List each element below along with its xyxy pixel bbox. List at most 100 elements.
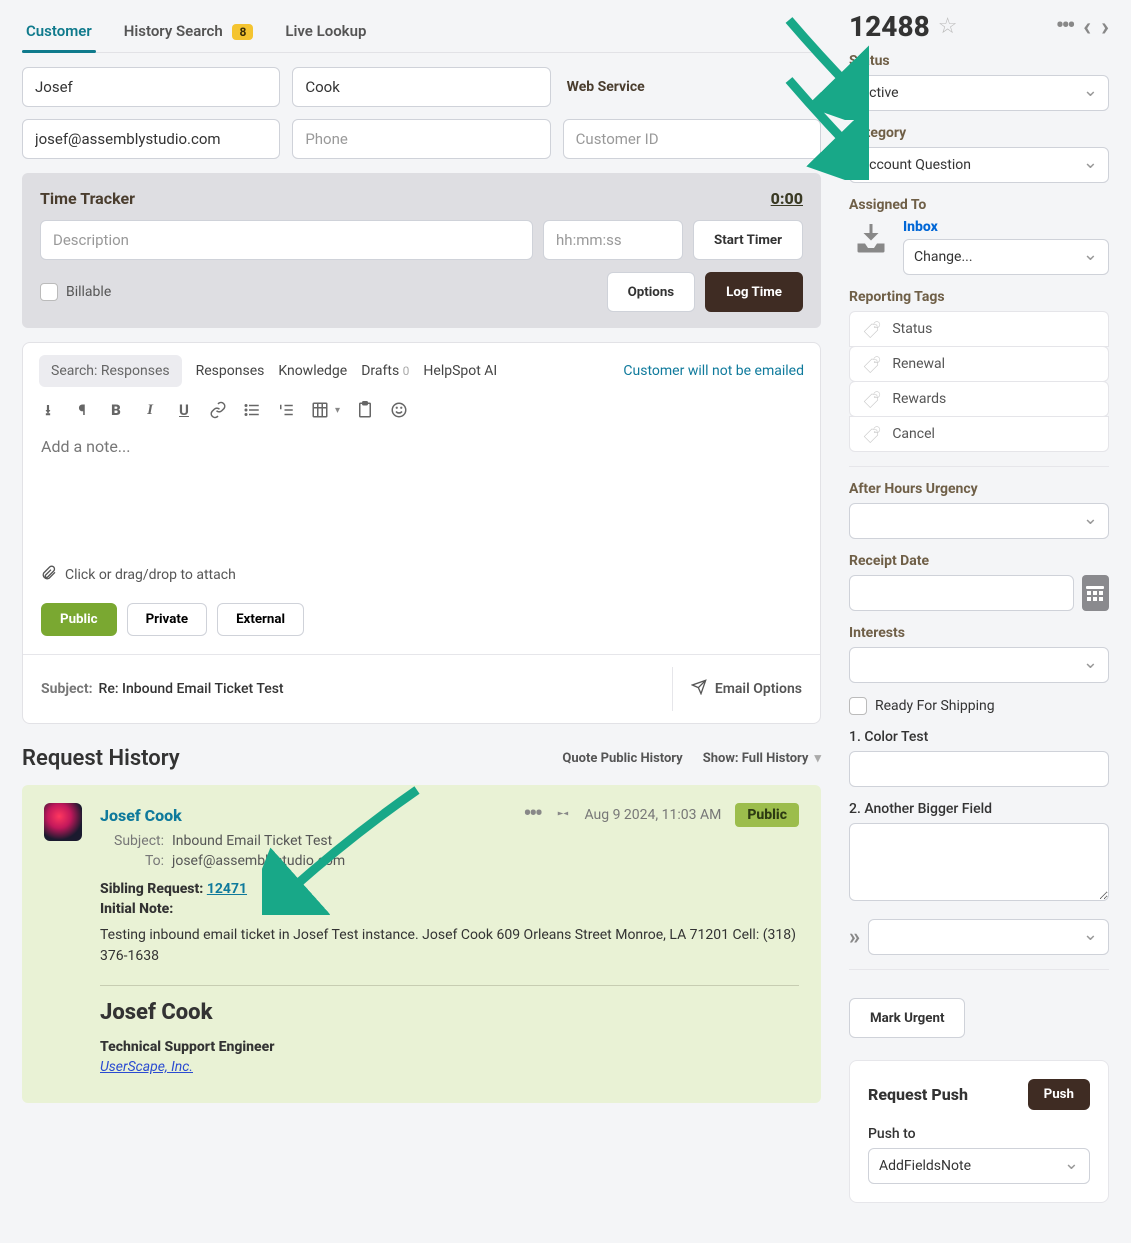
tag-status-label: Status	[892, 321, 932, 337]
ready-shipping-checkbox[interactable]	[849, 697, 867, 715]
responses-search[interactable]: Search: Responses	[39, 355, 182, 387]
first-name-field[interactable]	[22, 67, 280, 107]
underline-icon[interactable]: U	[175, 401, 193, 419]
tab-history-search[interactable]: History Search 8	[120, 10, 258, 52]
star-icon[interactable]: ☆	[938, 14, 958, 39]
category-select[interactable]: Account Question	[849, 147, 1109, 183]
request-history-header: Request History Quote Public History Sho…	[22, 746, 821, 771]
emoji-icon[interactable]	[390, 401, 408, 419]
signature-name: Josef Cook	[100, 1000, 799, 1025]
status-label: Status	[849, 53, 1109, 69]
customer-id-field[interactable]	[563, 119, 821, 159]
tag-icon: 🏷	[863, 354, 882, 374]
assigned-change-select[interactable]: Change...	[903, 239, 1109, 275]
status-select[interactable]: Active	[849, 75, 1109, 111]
billable-checkbox[interactable]	[40, 283, 58, 301]
subject-label: Subject:	[41, 681, 93, 697]
vis-private-button[interactable]: Private	[127, 603, 208, 636]
mark-urgent-button[interactable]: Mark Urgent	[849, 998, 965, 1038]
time-tracker-card: Time Tracker 0:00 Start Timer Billable O…	[22, 173, 821, 328]
last-name-field[interactable]	[292, 67, 550, 107]
status-value: Active	[860, 85, 899, 101]
bold-icon[interactable]: B	[107, 401, 125, 419]
color-test-label: 1. Color Test	[849, 729, 1109, 745]
tab-customer[interactable]: Customer	[22, 10, 96, 52]
no-email-notice: Customer will not be emailed	[623, 363, 804, 379]
bigger-field-textarea[interactable]	[849, 823, 1109, 901]
urgency-select[interactable]	[849, 503, 1109, 539]
ticket-more-icon[interactable]: •••	[1056, 19, 1073, 35]
tab-live-lookup[interactable]: Live Lookup	[281, 10, 370, 52]
entry-author[interactable]: Josef Cook	[100, 806, 182, 825]
interests-select[interactable]	[849, 647, 1109, 683]
visibility-buttons: Public Private External	[23, 603, 820, 654]
quick-action-select[interactable]	[868, 919, 1109, 955]
note-textarea[interactable]: Add a note...	[23, 423, 820, 553]
log-time-button[interactable]: Log Time	[705, 272, 803, 312]
italic-icon[interactable]: I	[141, 401, 159, 419]
number-list-icon[interactable]	[277, 401, 295, 419]
request-history-title: Request History	[22, 746, 180, 771]
start-timer-button[interactable]: Start Timer	[693, 220, 803, 260]
push-to-select[interactable]: AddFieldsNote	[868, 1148, 1090, 1184]
link-icon[interactable]	[209, 401, 227, 419]
table-dropdown-icon[interactable]: ▾	[335, 405, 340, 416]
tab-responses[interactable]: Responses	[196, 363, 265, 379]
entry-more-icon[interactable]: •••	[523, 807, 540, 823]
sibling-request-link[interactable]: 12471	[207, 881, 247, 897]
pin-icon[interactable]	[554, 805, 570, 825]
table-icon[interactable]	[311, 401, 329, 419]
tt-description-input[interactable]	[40, 220, 533, 260]
reporting-tags-label: Reporting Tags	[849, 289, 1109, 305]
time-tracker-elapsed[interactable]: 0:00	[771, 189, 803, 208]
ready-shipping-row[interactable]: Ready For Shipping	[849, 697, 1109, 715]
email-field[interactable]	[22, 119, 280, 159]
paragraph-icon[interactable]: ¶	[73, 401, 91, 419]
push-button[interactable]: Push	[1028, 1079, 1090, 1110]
signature-separator	[100, 985, 799, 986]
tag-status[interactable]: 🏷Status	[849, 311, 1109, 347]
billable-label: Billable	[66, 284, 111, 300]
vis-external-button[interactable]: External	[217, 603, 304, 636]
phone-field[interactable]	[292, 119, 550, 159]
push-to-label: Push to	[868, 1126, 1090, 1142]
vis-public-button[interactable]: Public	[41, 603, 117, 636]
editor-toolbar: ⭳ ¶ B I U ▾	[23, 393, 820, 423]
fast-forward-icon[interactable]: »	[849, 925, 860, 950]
signature-company-link[interactable]: UserScape, Inc.	[100, 1059, 193, 1075]
tag-renewal[interactable]: 🏷Renewal	[849, 346, 1109, 382]
tag-cancel-label: Cancel	[892, 426, 935, 442]
tag-icon: 🏷	[863, 389, 882, 409]
tt-options-button[interactable]: Options	[607, 272, 696, 312]
tag-cancel[interactable]: 🏷 Cancel	[849, 416, 1109, 452]
subject-bar: Subject: Re: Inbound Email Ticket Test E…	[23, 654, 820, 723]
divider	[849, 466, 1109, 467]
color-test-input[interactable]	[849, 751, 1109, 787]
bullet-list-icon[interactable]	[243, 401, 261, 419]
send-icon	[691, 679, 707, 699]
tag-rewards-label: Rewards	[892, 391, 946, 407]
next-ticket-icon[interactable]: ›	[1101, 14, 1109, 40]
clipboard-icon[interactable]	[356, 401, 374, 419]
tab-helpspot-ai[interactable]: HelpSpot AI	[423, 363, 497, 379]
main-tabs: Customer History Search 8 Live Lookup	[22, 10, 821, 53]
assigned-inbox-link[interactable]: Inbox	[903, 219, 1109, 235]
email-options-label: Email Options	[715, 681, 802, 697]
prev-ticket-icon[interactable]: ‹	[1083, 14, 1091, 40]
entry-to-label: To:	[100, 853, 164, 869]
calendar-icon[interactable]	[1082, 575, 1109, 611]
tab-knowledge[interactable]: Knowledge	[278, 363, 347, 379]
email-options-button[interactable]: Email Options	[672, 667, 802, 711]
billable-checkbox-row[interactable]: Billable	[40, 283, 111, 301]
tt-hms-input[interactable]	[543, 220, 683, 260]
tab-drafts[interactable]: Drafts 0	[361, 363, 409, 379]
push-to-value: AddFieldsNote	[879, 1158, 971, 1174]
divider	[849, 969, 1109, 970]
attach-row[interactable]: Click or drag/drop to attach	[23, 553, 820, 603]
tag-rewards[interactable]: 🏷 Rewards	[849, 381, 1109, 417]
quote-public-history-link[interactable]: Quote Public History	[562, 751, 682, 766]
tag-icon: 🏷	[863, 424, 882, 444]
receipt-date-input[interactable]	[849, 575, 1074, 611]
download-icon[interactable]: ⭳	[39, 401, 57, 419]
show-history-dropdown[interactable]: Show: Full History ▾	[703, 751, 821, 766]
